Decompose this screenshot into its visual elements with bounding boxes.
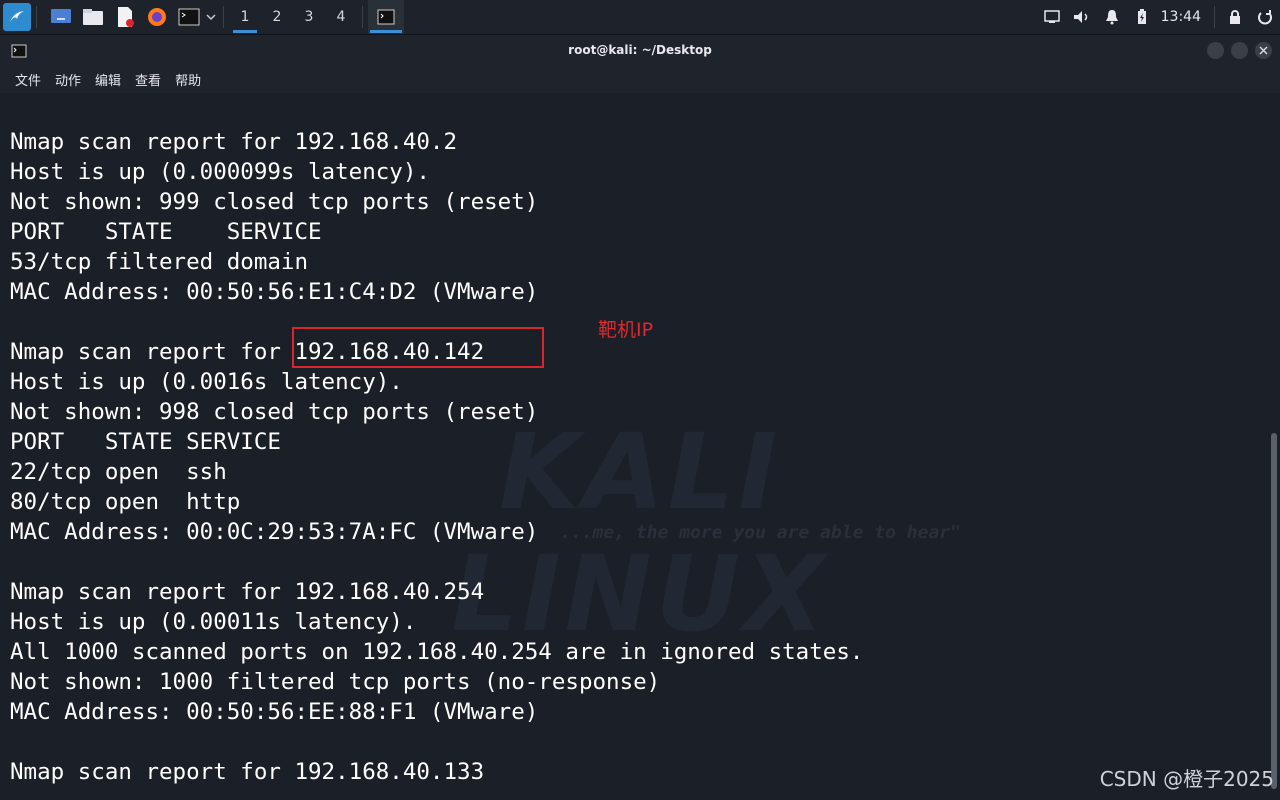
- terminal-line: Not shown: 1000 filtered tcp ports (no-r…: [10, 669, 661, 695]
- terminal-output[interactable]: KALI LINUX ...me, the more you are able …: [0, 93, 1280, 800]
- window-title: root@kali: ~/Desktop: [568, 43, 712, 57]
- network-icon[interactable]: [1037, 0, 1067, 34]
- terminal-line: Not shown: 998 closed tcp ports (reset): [10, 399, 539, 425]
- terminal-icon: [377, 9, 395, 25]
- scrollbar-thumb[interactable]: [1271, 433, 1277, 789]
- terminal-lines: Nmap scan report for 192.168.40.2 Host is…: [10, 127, 863, 787]
- window-titlebar[interactable]: root@kali: ~/Desktop: [0, 35, 1280, 65]
- menu-action[interactable]: 动作: [48, 70, 88, 89]
- terminal-line: 22/tcp open ssh: [10, 459, 227, 485]
- terminal-line: Nmap scan report for 192.168.40.133: [10, 759, 485, 785]
- menu-edit[interactable]: 编辑: [88, 70, 128, 89]
- terminal-line: Nmap scan report for 192.168.40.254: [10, 579, 485, 605]
- lock-screen-icon[interactable]: [1220, 0, 1250, 34]
- maximize-button[interactable]: [1231, 42, 1248, 59]
- volume-icon[interactable]: [1067, 0, 1097, 34]
- show-desktop-icon[interactable]: [48, 4, 74, 30]
- menu-bar: 文件 动作 编辑 查看 帮助: [0, 65, 1280, 93]
- close-button[interactable]: [1255, 42, 1272, 59]
- minimize-button[interactable]: [1207, 42, 1224, 59]
- terminal-line: MAC Address: 00:50:56:E1:C4:D2 (VMware): [10, 279, 539, 305]
- panel-separator: [362, 6, 363, 28]
- battery-icon[interactable]: [1127, 0, 1157, 34]
- terminal-line: Host is up (0.00011s latency).: [10, 609, 417, 635]
- text-editor-icon[interactable]: [112, 4, 138, 30]
- menu-help[interactable]: 帮助: [168, 70, 208, 89]
- terminal-line: Host is up (0.000099s latency).: [10, 159, 430, 185]
- workspace-label: 1: [240, 9, 250, 25]
- terminal-line: Not shown: 999 closed tcp ports (reset): [10, 189, 539, 215]
- menu-view[interactable]: 查看: [128, 70, 168, 89]
- scrollbar[interactable]: [1268, 93, 1280, 800]
- kali-menu-icon[interactable]: [3, 3, 31, 31]
- terminal-line: Nmap scan report for 192.168.40.2: [10, 129, 458, 155]
- workspace-4[interactable]: 4: [325, 0, 357, 34]
- watermark: CSDN @橙子2025: [1099, 767, 1274, 791]
- notification-bell-icon[interactable]: [1097, 0, 1127, 34]
- close-icon: [1259, 46, 1268, 55]
- terminal-line: 53/tcp filtered domain: [10, 249, 309, 275]
- taskbar-terminal-button[interactable]: [368, 0, 404, 34]
- workspace-1[interactable]: 1: [229, 0, 261, 34]
- terminal-line: 80/tcp open http: [10, 489, 241, 515]
- panel-separator: [223, 6, 224, 28]
- workspace-2[interactable]: 2: [261, 0, 293, 34]
- clock[interactable]: 13:44: [1157, 9, 1209, 25]
- workspace-label: 2: [272, 9, 282, 25]
- terminal-line: PORT STATE SERVICE: [10, 429, 281, 455]
- workspace-label: 3: [304, 9, 314, 25]
- terminal-line: MAC Address: 00:0C:29:53:7A:FC (VMware): [10, 519, 539, 545]
- panel-separator: [36, 6, 37, 28]
- firefox-icon[interactable]: [144, 4, 170, 30]
- terminal-launcher-icon[interactable]: [176, 4, 202, 30]
- terminal-line: Host is up (0.0016s latency).: [10, 369, 403, 395]
- terminal-line: All 1000 scanned ports on 192.168.40.254…: [10, 639, 864, 665]
- terminal-line: MAC Address: 00:50:56:EE:88:F1 (VMware): [10, 699, 539, 725]
- menu-file[interactable]: 文件: [8, 70, 48, 89]
- workspace-3[interactable]: 3: [293, 0, 325, 34]
- file-manager-icon[interactable]: [80, 4, 106, 30]
- system-tray: 13:44: [1037, 0, 1280, 34]
- panel-separator: [1214, 6, 1215, 28]
- chevron-down-icon[interactable]: [204, 4, 218, 30]
- terminal-line: PORT STATE SERVICE: [10, 219, 322, 245]
- power-icon[interactable]: [1250, 0, 1280, 34]
- highlight-box: [292, 327, 544, 368]
- workspace-label: 4: [336, 9, 346, 25]
- annotation-label: 靶机IP: [598, 319, 654, 341]
- top-panel: 1 2 3 4 13:44: [0, 0, 1280, 35]
